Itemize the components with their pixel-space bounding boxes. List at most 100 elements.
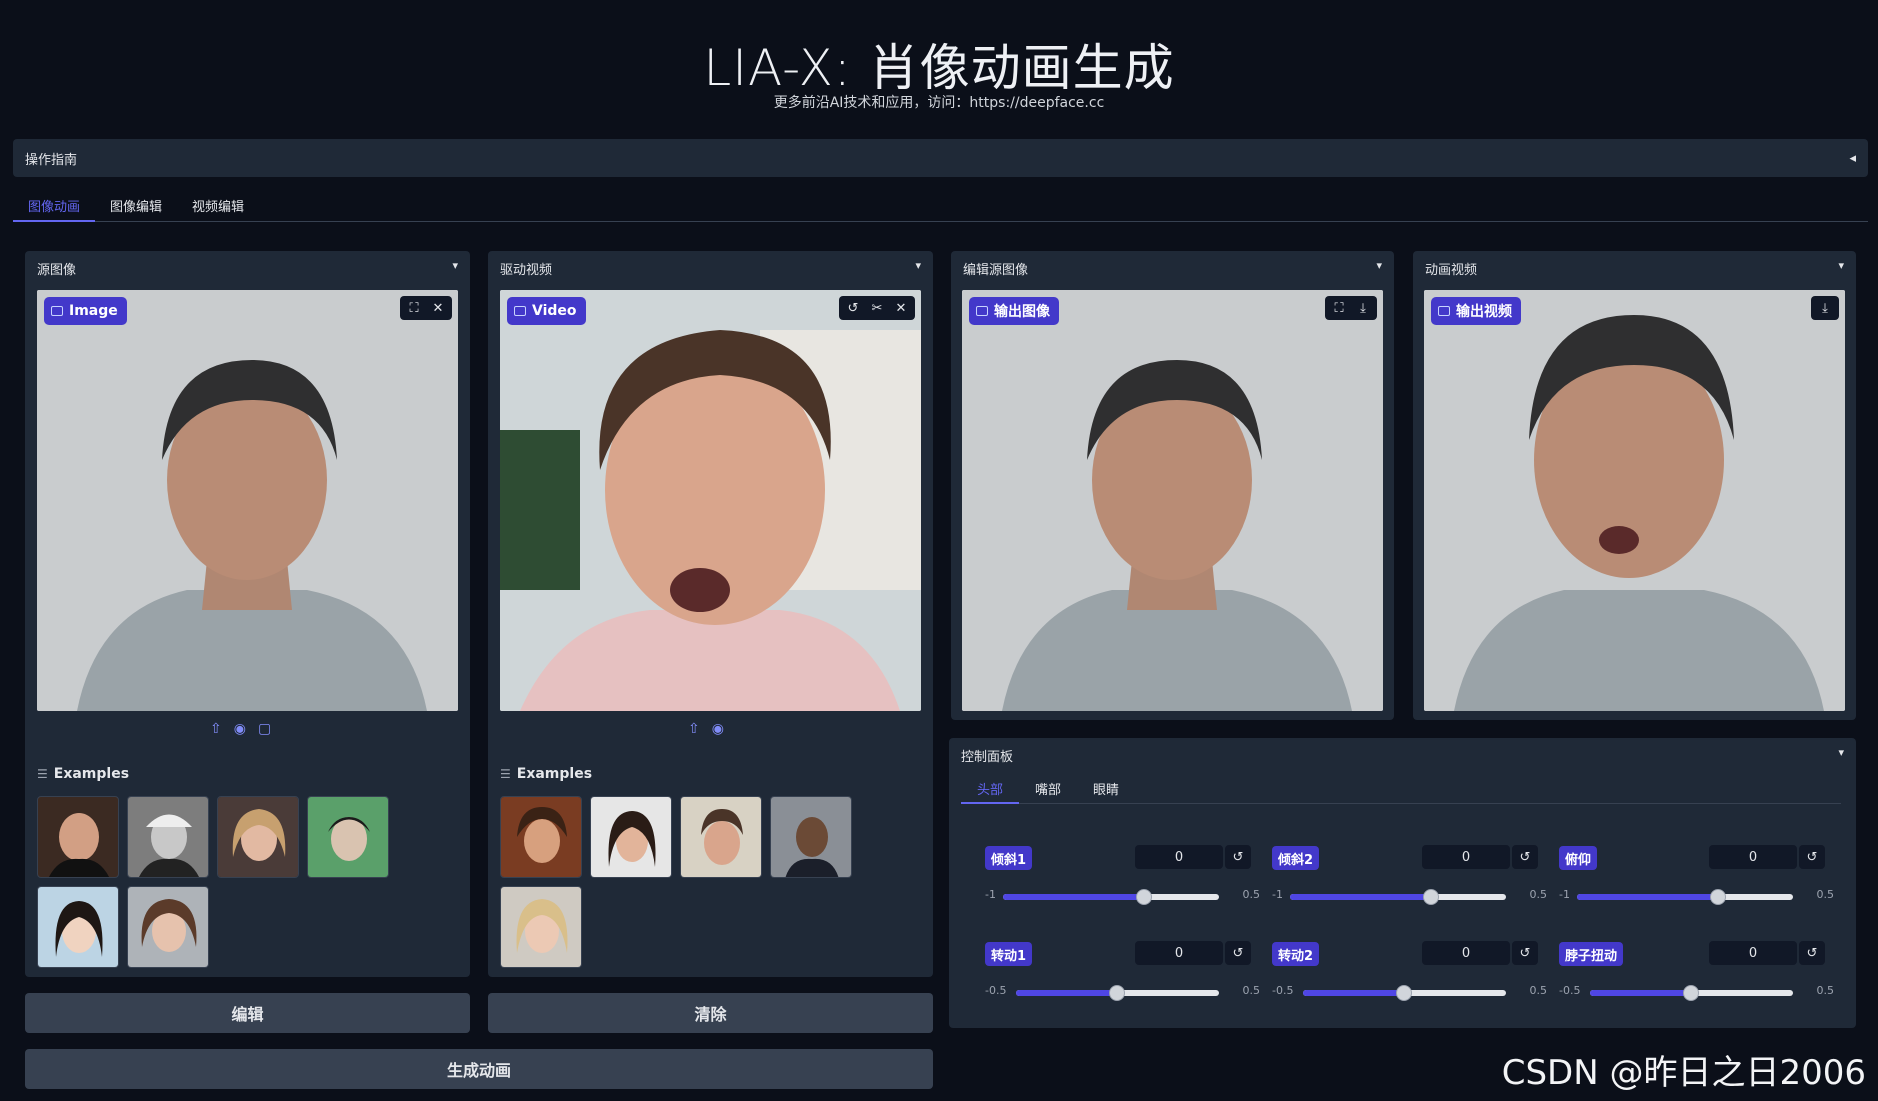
scissors-icon[interactable]: ✂ <box>866 298 888 318</box>
slider-label: 倾斜1 <box>985 846 1033 870</box>
tab-eyes[interactable]: 眼睛 <box>1077 774 1135 804</box>
control-panel: 控制面板 ▾ 头部 嘴部 眼睛 倾斜1 0 ↺ -1 0.5 倾斜2 0 ↺ -… <box>949 738 1856 1028</box>
tab-image-animation[interactable]: 图像动画 <box>13 190 96 222</box>
source-image-panel: 源图像 ▾ Image ⛶ ✕ ⇧ ◉ ▢ ☰ Examples <box>25 251 470 977</box>
slider-max: 0.5 <box>1529 888 1548 901</box>
reset-icon[interactable]: ↺ <box>1799 941 1825 965</box>
slider-handle[interactable] <box>1109 985 1125 1001</box>
webcam-icon[interactable]: ◉ <box>234 721 246 737</box>
generate-animation-button[interactable]: 生成动画 <box>25 1049 933 1089</box>
edit-button[interactable]: 编辑 <box>25 993 470 1033</box>
example-thumb[interactable] <box>37 796 119 878</box>
dropdown-caret-icon[interactable]: ▾ <box>915 259 921 272</box>
undo-icon[interactable]: ↺ <box>842 298 864 318</box>
download-icon[interactable]: ⤓ <box>1814 298 1836 318</box>
clear-button[interactable]: 清除 <box>488 993 933 1033</box>
number-input[interactable]: 0 <box>1709 941 1797 965</box>
image-badge: Image <box>44 297 127 325</box>
upload-icon[interactable]: ⇧ <box>210 721 222 737</box>
page-subtitle: 更多前沿AI技术和应用，访问：https://deepface.cc <box>773 95 1105 111</box>
slider-track[interactable] <box>1577 889 1793 905</box>
slider-max: 0.5 <box>1242 984 1261 997</box>
driving-video-panel: 驱动视频 ▾ Video ↺ ✂ ✕ ⇧ ◉ ☰ Examples <box>488 251 933 977</box>
reset-icon[interactable]: ↺ <box>1225 845 1251 869</box>
number-input[interactable]: 0 <box>1709 845 1797 869</box>
upload-icon[interactable]: ⇧ <box>688 721 700 737</box>
slider-handle[interactable] <box>1136 889 1152 905</box>
video-badge: Video <box>507 297 586 325</box>
number-input[interactable]: 0 <box>1135 845 1223 869</box>
tab-image-edit[interactable]: 图像编辑 <box>95 190 177 222</box>
guide-accordion[interactable]: 操作指南 ◂ <box>13 139 1868 177</box>
slider-max: 0.5 <box>1529 984 1548 997</box>
reset-icon[interactable]: ↺ <box>1512 941 1538 965</box>
slider-handle[interactable] <box>1710 889 1726 905</box>
clipboard-icon[interactable]: ▢ <box>258 721 271 737</box>
animated-toolbar: ⤓ <box>1811 296 1839 320</box>
slider-track[interactable] <box>1016 985 1219 1001</box>
slider-track[interactable] <box>1303 985 1506 1001</box>
image-icon <box>51 306 63 316</box>
tab-head[interactable]: 头部 <box>961 774 1020 804</box>
webcam-icon[interactable]: ◉ <box>712 721 724 737</box>
slider-handle[interactable] <box>1423 889 1439 905</box>
edited-image-label: 编辑源图像 <box>963 263 1029 278</box>
slider-track[interactable] <box>1003 889 1219 905</box>
example-thumb[interactable] <box>770 796 852 878</box>
slider-handle[interactable] <box>1396 985 1412 1001</box>
dropdown-caret-icon[interactable]: ▾ <box>1376 259 1382 272</box>
download-icon[interactable]: ⤓ <box>1352 298 1374 318</box>
reset-icon[interactable]: ↺ <box>1512 845 1538 869</box>
fullscreen-icon[interactable]: ⛶ <box>403 298 425 318</box>
output-video-badge: 输出视频 <box>1431 297 1521 325</box>
slider-track[interactable] <box>1590 985 1793 1001</box>
example-thumb[interactable] <box>590 796 672 878</box>
slider-handle[interactable] <box>1683 985 1699 1001</box>
example-thumb[interactable] <box>37 886 119 968</box>
output-image-badge: 输出图像 <box>969 297 1059 325</box>
tab-video-edit[interactable]: 视频编辑 <box>177 190 259 222</box>
number-input[interactable]: 0 <box>1422 845 1510 869</box>
number-input[interactable]: 0 <box>1422 941 1510 965</box>
fullscreen-icon[interactable]: ⛶ <box>1328 298 1350 318</box>
examples-header: ☰ Examples <box>37 766 130 782</box>
driving-video-label: 驱动视频 <box>500 263 553 278</box>
control-tabs: 头部 嘴部 眼睛 <box>961 774 1841 804</box>
animated-video-panel: 动画视频 ▾ 输出视频 ⤓ <box>1413 251 1856 720</box>
slider-track[interactable] <box>1290 889 1506 905</box>
dropdown-caret-icon[interactable]: ▾ <box>1838 259 1844 272</box>
slider-max: 0.5 <box>1816 888 1835 901</box>
page-title: LIA-X: 肖像动画生成 <box>703 39 1175 97</box>
example-thumb[interactable] <box>217 796 299 878</box>
slider-label: 俯仰 <box>1559 846 1598 870</box>
slider-neck-twist: 脖子扭动 0 ↺ -0.5 0.5 <box>1559 938 1834 1018</box>
source-image[interactable]: Image ⛶ ✕ <box>37 290 458 711</box>
reset-icon[interactable]: ↺ <box>1799 845 1825 869</box>
example-thumb[interactable] <box>127 796 209 878</box>
example-thumb[interactable] <box>500 796 582 878</box>
slider-fill <box>1577 894 1718 900</box>
example-thumb[interactable] <box>307 796 389 878</box>
driving-video[interactable]: Video ↺ ✂ ✕ <box>500 290 921 711</box>
animated-video-label: 动画视频 <box>1425 263 1478 278</box>
tab-mouth[interactable]: 嘴部 <box>1019 774 1077 804</box>
slider-turn1: 转动1 0 ↺ -0.5 0.5 <box>985 938 1260 1018</box>
example-thumb[interactable] <box>680 796 762 878</box>
close-icon[interactable]: ✕ <box>890 298 912 318</box>
dropdown-caret-icon[interactable]: ▾ <box>452 259 458 272</box>
driving-video-frame <box>500 290 921 711</box>
slider-tilt2: 倾斜2 0 ↺ -1 0.5 <box>1272 842 1547 922</box>
edited-image: 输出图像 ⛶ ⤓ <box>962 290 1383 711</box>
dropdown-caret-icon[interactable]: ▾ <box>1838 746 1844 759</box>
slider-min: -1 <box>1272 888 1283 901</box>
example-thumb[interactable] <box>127 886 209 968</box>
slider-label: 转动2 <box>1272 942 1320 966</box>
example-thumb[interactable] <box>500 886 582 968</box>
edited-portrait-image <box>962 290 1383 711</box>
guide-label: 操作指南 <box>25 152 78 168</box>
reset-icon[interactable]: ↺ <box>1225 941 1251 965</box>
number-input[interactable]: 0 <box>1135 941 1223 965</box>
animated-video[interactable]: 输出视频 ⤓ <box>1424 290 1845 711</box>
slider-fill <box>1590 990 1691 996</box>
close-icon[interactable]: ✕ <box>427 298 449 318</box>
